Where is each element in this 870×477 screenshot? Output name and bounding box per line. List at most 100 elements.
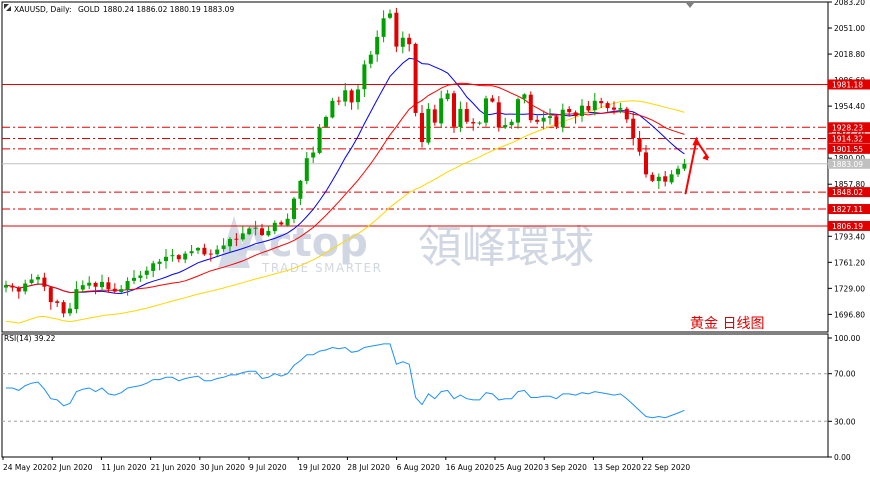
candle-body — [413, 43, 418, 113]
price-axis-tick-label: 2018.80 — [834, 50, 865, 59]
candle-body — [509, 121, 514, 126]
candle-body — [656, 176, 661, 182]
candle-body — [541, 117, 546, 122]
candle-body — [55, 301, 60, 303]
candle-body — [464, 109, 469, 122]
candle-body — [477, 122, 482, 124]
price-axis-tick-label: 2051.00 — [834, 24, 865, 33]
candle-body — [157, 261, 162, 264]
price-axis-tick-label: 1729.00 — [834, 284, 865, 293]
x-axis-tick-label: 25 Aug 2020 — [495, 463, 543, 472]
rsi-axis-tick-label: 70.00 — [834, 370, 856, 379]
candle-body — [151, 263, 156, 271]
price-panel — [2, 7, 828, 324]
candle-body — [368, 54, 373, 64]
candle-body — [618, 108, 623, 110]
candle-body — [503, 125, 508, 128]
candle-body — [42, 277, 47, 287]
candle-body — [170, 255, 175, 257]
candle-body — [426, 108, 431, 143]
candle-body — [125, 281, 130, 290]
candle-body — [548, 116, 552, 118]
candle-body — [580, 105, 584, 116]
candle-body — [624, 108, 629, 120]
candle-body — [663, 176, 668, 182]
x-axis-tick-label: 16 Aug 2020 — [446, 463, 494, 472]
candle-body — [68, 308, 72, 314]
x-axis-tick-label: 30 Jun 2020 — [200, 463, 245, 472]
rsi-axis-tick-label: 100.00 — [834, 334, 860, 343]
candle-body — [10, 285, 15, 288]
rsi-axis-tick-label: 0.00 — [834, 453, 851, 462]
x-axis-tick-label: 3 Sep 2020 — [544, 463, 587, 472]
rsi-axis-tick-label: 30.00 — [834, 417, 856, 426]
price-level-tag-label: 1928.23 — [832, 123, 863, 132]
candle-body — [221, 245, 226, 250]
candle-body — [202, 247, 207, 255]
candle-body — [528, 94, 533, 121]
candle-body — [87, 282, 92, 286]
candle-body — [612, 107, 616, 110]
candle-body — [592, 100, 597, 111]
x-axis-tick-label: 9 Jul 2020 — [249, 463, 287, 472]
candle-body — [324, 116, 328, 127]
x-axis-tick-label: 22 Sep 2020 — [643, 463, 691, 472]
candle-body — [208, 253, 213, 255]
candle-body — [631, 118, 636, 138]
candle-body — [196, 247, 200, 251]
rsi-panel — [2, 343, 828, 422]
candle-body — [343, 90, 348, 102]
candle-body — [144, 270, 149, 275]
candle-body — [119, 289, 124, 293]
candle-body — [496, 102, 501, 128]
candle-body — [637, 138, 642, 152]
candle-body — [407, 37, 412, 45]
x-axis-tick-label: 21 Jun 2020 — [151, 463, 196, 472]
price-level-tag-label: 1981.18 — [832, 80, 863, 89]
x-axis-tick-label: 2 Jun 2020 — [52, 463, 93, 472]
candle-body — [560, 109, 565, 128]
price-axis-tick-label: 1761.20 — [834, 258, 865, 267]
candle-body — [106, 282, 111, 290]
candle-body — [112, 288, 117, 292]
candle-body — [304, 158, 309, 181]
candle-body — [567, 108, 572, 113]
candle-body — [48, 287, 53, 303]
candle-body — [292, 198, 296, 219]
candle-body — [247, 228, 252, 235]
scroll-marker-icon — [686, 3, 694, 8]
candle-body — [650, 174, 655, 181]
corner-arrows-icon — [4, 4, 11, 11]
candle-body — [266, 230, 271, 236]
candle-body — [669, 174, 674, 183]
candle-body — [330, 100, 335, 118]
candle-body — [573, 112, 578, 117]
x-axis-tick-label: 11 Jun 2020 — [101, 463, 146, 472]
price-axis-tick-label: 2083.20 — [834, 0, 865, 7]
chart-header-name: GOLD — [78, 5, 100, 14]
candle-body — [522, 94, 527, 99]
x-axis-tick-label: 19 Jul 2020 — [298, 463, 341, 472]
chart-header-ohlc: 1880.24 1886.02 1880.19 1883.09 — [103, 5, 234, 14]
rsi-header: RSI(14) 39.22 — [4, 334, 56, 343]
candle-body — [189, 251, 194, 254]
candle-body — [311, 152, 316, 158]
candle-body — [279, 222, 284, 225]
price-level-tag-label: 1827.11 — [832, 205, 863, 214]
chart-annotation: 黄金 日线图 — [690, 315, 764, 332]
candle-body — [80, 285, 85, 290]
candle-body — [394, 12, 399, 47]
candle-body — [471, 122, 476, 124]
candle-body — [100, 281, 104, 288]
x-axis-tick-label: 6 Aug 2020 — [397, 463, 440, 472]
candle-body — [61, 302, 66, 314]
price-axis-tick-label: 1954.40 — [834, 102, 865, 111]
candle-body — [260, 228, 264, 235]
candle-body — [458, 108, 463, 127]
x-axis-tick-label: 28 Jul 2020 — [347, 463, 390, 472]
price-level-tag-label: 1848.02 — [832, 188, 863, 197]
candle-body — [23, 283, 28, 292]
candle-body — [4, 285, 8, 288]
x-axis-tick-label: 13 Sep 2020 — [593, 463, 641, 472]
candle-body — [445, 93, 450, 100]
